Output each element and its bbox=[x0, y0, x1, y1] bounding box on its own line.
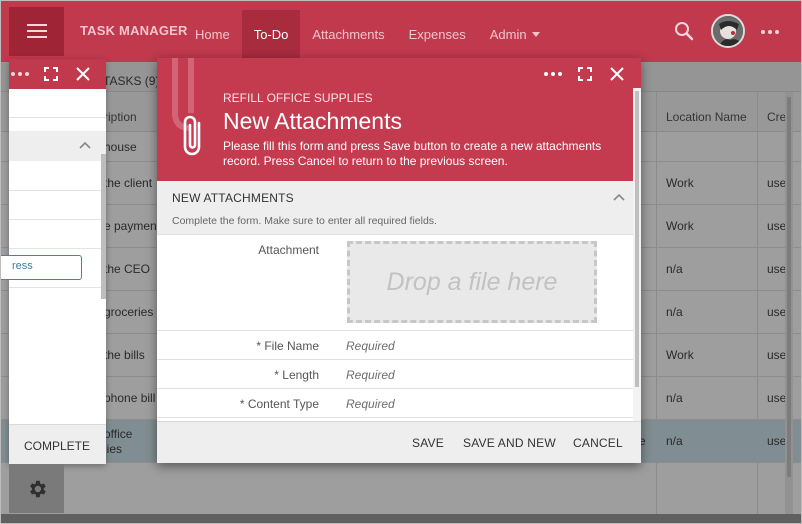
settings-button[interactable] bbox=[9, 464, 64, 513]
length-label: * Length bbox=[274, 368, 319, 382]
divider bbox=[9, 117, 106, 118]
modal-scrollbar-thumb[interactable] bbox=[635, 91, 639, 387]
cancel-button[interactable]: CANCEL bbox=[573, 436, 623, 450]
modal-description: Please fill this form and press Save but… bbox=[223, 139, 602, 168]
new-attachment-modal: REFILL OFFICE SUPPLIES New Attachments P… bbox=[157, 58, 641, 463]
divider bbox=[9, 287, 106, 288]
chevron-up-icon[interactable] bbox=[613, 193, 625, 201]
side-panel-section[interactable] bbox=[9, 131, 106, 161]
maximize-icon[interactable] bbox=[578, 67, 592, 81]
maximize-icon[interactable] bbox=[44, 67, 58, 81]
search-icon[interactable] bbox=[674, 21, 694, 41]
save-button[interactable]: SAVE bbox=[412, 436, 444, 450]
divider bbox=[157, 330, 633, 331]
divider bbox=[9, 248, 106, 249]
attachment-label: Attachment bbox=[258, 243, 319, 257]
side-panel-input[interactable]: ress bbox=[1, 255, 82, 280]
nav-attachments[interactable]: Attachments bbox=[300, 10, 396, 59]
main-nav: Home To-Do Attachments Expenses Admin bbox=[183, 1, 552, 62]
top-bar: TASK MANAGER Home To-Do Attachments Expe… bbox=[1, 1, 801, 62]
nav-home[interactable]: Home bbox=[183, 10, 242, 59]
modal-title: New Attachments bbox=[223, 108, 402, 134]
avatar[interactable] bbox=[711, 14, 745, 48]
modal-header: REFILL OFFICE SUPPLIES New Attachments P… bbox=[157, 58, 641, 181]
avatar-image bbox=[713, 16, 743, 46]
more-icon[interactable] bbox=[11, 72, 29, 76]
close-icon[interactable] bbox=[610, 67, 624, 81]
section-title: NEW ATTACHMENTS bbox=[172, 191, 294, 205]
nav-to-do[interactable]: To-Do bbox=[241, 10, 301, 59]
paperclip-icon bbox=[183, 115, 201, 156]
file-dropzone[interactable]: Drop a file here bbox=[347, 241, 597, 323]
complete-button[interactable]: COMPLETE bbox=[24, 439, 90, 453]
more-icon[interactable] bbox=[761, 30, 779, 34]
more-icon[interactable] bbox=[544, 72, 562, 76]
close-icon[interactable] bbox=[76, 67, 90, 81]
divider bbox=[157, 388, 633, 389]
nav-admin[interactable]: Admin bbox=[478, 10, 552, 59]
brand-title[interactable]: TASK MANAGER bbox=[80, 23, 188, 38]
menu-button[interactable] bbox=[9, 7, 64, 56]
divider bbox=[9, 190, 106, 191]
side-panel-header bbox=[9, 59, 106, 89]
file-name-field[interactable]: Required bbox=[346, 339, 395, 353]
gear-icon bbox=[29, 480, 46, 497]
side-panel-scrollbar[interactable] bbox=[101, 154, 106, 299]
form-section-header[interactable]: NEW ATTACHMENTS Complete the form. Make … bbox=[157, 181, 633, 235]
modal-subtitle: REFILL OFFICE SUPPLIES bbox=[223, 91, 373, 105]
content-type-label: * Content Type bbox=[239, 397, 319, 411]
nav-expenses[interactable]: Expenses bbox=[397, 10, 478, 59]
content-type-field[interactable]: Required bbox=[346, 397, 395, 411]
chevron-down-icon bbox=[531, 32, 540, 37]
dropzone-placeholder: Drop a file here bbox=[386, 267, 558, 296]
nav-admin-label: Admin bbox=[489, 27, 527, 42]
save-and-new-button[interactable]: SAVE AND NEW bbox=[463, 436, 556, 450]
modal-footer: SAVE SAVE AND NEW CANCEL bbox=[157, 421, 641, 463]
divider bbox=[157, 359, 633, 360]
chevron-up-icon[interactable] bbox=[79, 141, 91, 149]
file-name-label: * File Name bbox=[256, 339, 319, 353]
divider bbox=[157, 417, 633, 418]
menu-icon bbox=[26, 24, 47, 39]
app-window: TASK MANAGER Home To-Do Attachments Expe… bbox=[0, 0, 802, 524]
length-field[interactable]: Required bbox=[346, 368, 395, 382]
divider bbox=[9, 219, 106, 220]
side-panel-footer: COMPLETE bbox=[9, 424, 106, 464]
section-note: Complete the form. Make sure to enter al… bbox=[172, 215, 437, 227]
side-form-panel: ress COMPLETE bbox=[1, 59, 106, 464]
